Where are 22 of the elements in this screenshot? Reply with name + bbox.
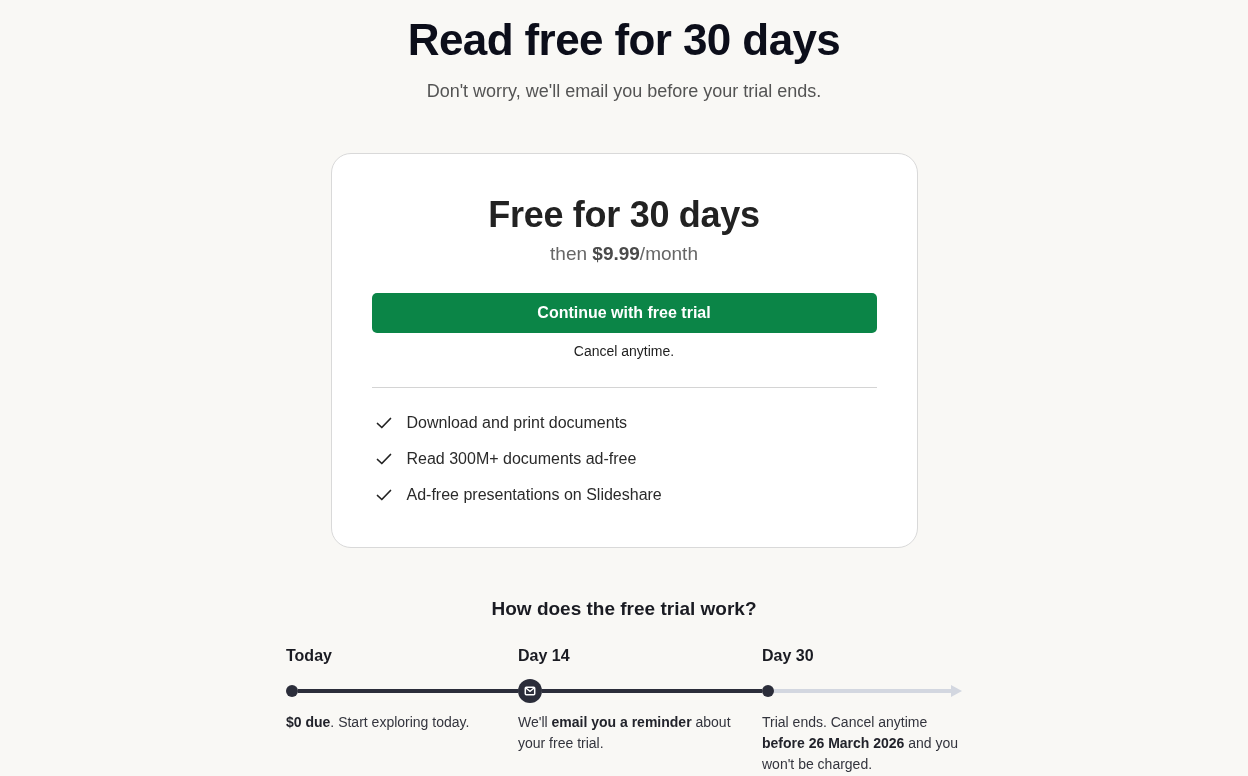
free-trial-button[interactable]: Continue with free trial bbox=[371, 293, 877, 333]
feature-text: Ad-free presentations on Slideshare bbox=[406, 485, 662, 505]
step-description: Trial ends. Cancel anytime before 26 March 2026 and you won't be charged. bbox=[762, 713, 960, 774]
subtitle-text: Don't worry, we'll email you before your trial ends. bbox=[426, 80, 822, 103]
page-title: Read free for 30 days bbox=[407, 14, 841, 66]
feature-text: Download and print documents bbox=[406, 413, 628, 433]
dot-icon bbox=[286, 685, 298, 697]
step-label: Today bbox=[286, 646, 332, 666]
check-icon bbox=[375, 453, 392, 465]
price-text: then $9.99/month bbox=[550, 242, 698, 266]
plan-title: Free for 30 days bbox=[488, 193, 760, 237]
timeline-heading: How does the free trial work? bbox=[491, 597, 757, 621]
cancel-note: Cancel anytime. bbox=[573, 342, 675, 361]
step-label: Day 30 bbox=[762, 646, 814, 666]
step-description: We'll email you a reminder about your free trial. bbox=[518, 713, 732, 753]
feature-text: Read 300M+ documents ad-free bbox=[406, 449, 637, 469]
step-label: Day 14 bbox=[518, 646, 570, 666]
step-description: $0 due. Start exploring today. bbox=[286, 713, 471, 732]
envelope-icon bbox=[518, 679, 542, 703]
check-icon bbox=[375, 417, 392, 429]
dot-icon bbox=[762, 685, 774, 697]
check-icon bbox=[375, 489, 392, 501]
